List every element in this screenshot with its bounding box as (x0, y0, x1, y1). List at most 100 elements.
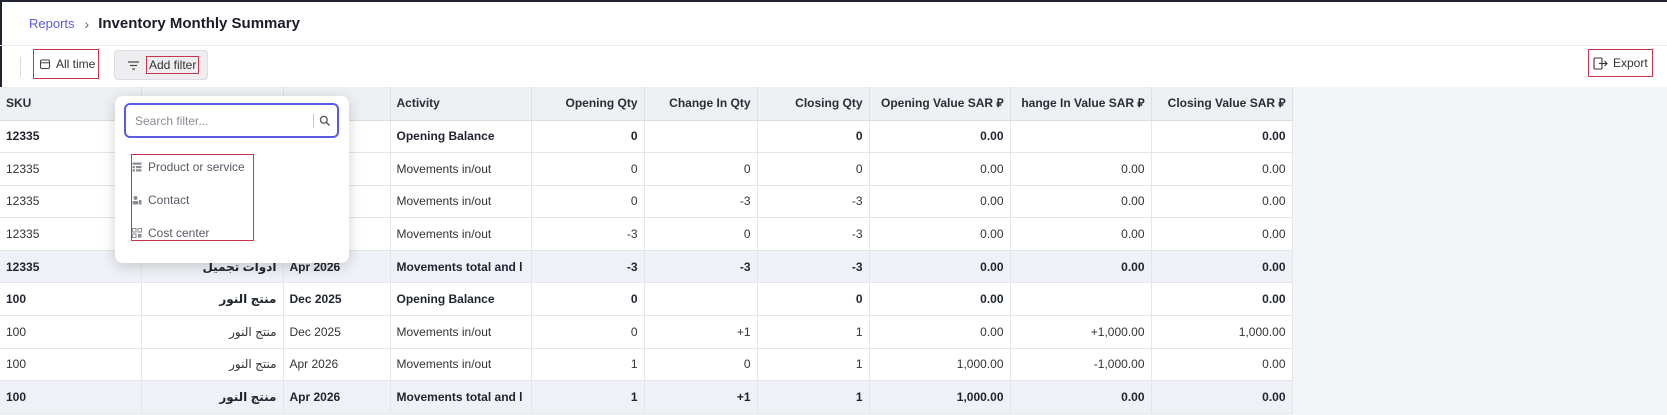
cell-change-in-value: -1,000.00 (1010, 348, 1152, 382)
search-filter-box (124, 103, 339, 138)
cell-activity: Movements total and l (390, 380, 532, 414)
column-header-closing-value[interactable]: Closing Value SAR ⃁ (1151, 87, 1293, 121)
date-range-button[interactable]: All time (33, 49, 99, 79)
calendar-icon (39, 59, 51, 70)
export-button[interactable]: Export (1588, 49, 1653, 77)
cell-closing-value: 0.00 (1151, 152, 1293, 186)
table-total-row[interactable]: 100 منتج النور Apr 2026 Movements total and… (0, 380, 1293, 414)
add-filter-label: Add filter (146, 56, 200, 74)
cell-activity: Opening Balance (390, 282, 532, 317)
cell-activity: Movements in/out (390, 152, 532, 186)
cell-name: منتج النور (141, 315, 284, 349)
export-label: Export (1613, 56, 1648, 70)
cell-opening-qty: 0 (531, 120, 645, 154)
cell-closing-qty: 1 (757, 315, 870, 349)
cell-activity: Movements in/out (390, 348, 532, 382)
breadcrumb-separator: › (84, 15, 90, 32)
cell-opening-value: 0.00 (869, 250, 1011, 284)
cell-opening-value: 0.00 (869, 217, 1011, 251)
breadcrumb-reports-link[interactable]: Reports (29, 16, 75, 31)
cell-period: Apr 2026 (283, 380, 391, 414)
cell-sku: 100 (0, 380, 142, 414)
filter-option-contact[interactable]: Contact (132, 190, 189, 210)
cell-opening-qty: 1 (531, 348, 645, 382)
cell-opening-value: 0.00 (869, 120, 1011, 154)
cell-sku: 100 (0, 282, 142, 317)
add-filter-button[interactable]: Add filter (114, 50, 208, 80)
cell-change-in-value: 0.00 (1010, 185, 1152, 219)
cell-closing-value: 0.00 (1151, 185, 1293, 219)
cell-closing-qty: 1 (757, 348, 870, 382)
page-header: Reports › Inventory Monthly Summary (0, 2, 1667, 46)
filter-option-cost-center[interactable]: Cost center (132, 223, 209, 243)
table-row[interactable]: 100 منتج النور Dec 2025 Movements in/out 0 +1… (0, 315, 1293, 349)
export-icon (1593, 56, 1608, 70)
cell-name: منتج النور (141, 380, 284, 414)
table-row[interactable]: 100 منتج النور Apr 2026 Movements in/out 1 0 1… (0, 348, 1293, 382)
cell-closing-qty: -3 (757, 185, 870, 219)
cell-activity: Movements in/out (390, 185, 532, 219)
filter-option-label: Product or service (148, 160, 245, 174)
cell-change-in-qty: -3 (644, 185, 758, 219)
cell-opening-value: 0.00 (869, 282, 1011, 317)
search-filter-input[interactable] (135, 112, 305, 130)
cell-closing-qty: -3 (757, 250, 870, 284)
cell-closing-value: 0.00 (1151, 217, 1293, 251)
contact-icon (132, 196, 142, 205)
cell-sku: 100 (0, 348, 142, 382)
cell-opening-value: 1,000.00 (869, 348, 1011, 382)
cell-opening-value: 0.00 (869, 185, 1011, 219)
cell-opening-qty: -3 (531, 250, 645, 284)
cell-change-in-value: 0.00 (1010, 380, 1152, 414)
table-row[interactable]: 100 منتج النور Dec 2025 Opening Balance 0 0 0.… (0, 282, 1293, 317)
cell-period: Apr 2026 (283, 348, 391, 382)
cell-opening-qty: 0 (531, 282, 645, 317)
cell-closing-value: 0.00 (1151, 120, 1293, 154)
cell-change-in-qty: 0 (644, 152, 758, 186)
cell-closing-value: 0.00 (1151, 250, 1293, 284)
cell-closing-value: 0.00 (1151, 380, 1293, 414)
cell-change-in-value (1010, 282, 1152, 317)
cell-opening-qty: 0 (531, 185, 645, 219)
cell-sku: 100 (0, 315, 142, 349)
column-header-opening-value[interactable]: Opening Value SAR ⃁ (869, 87, 1011, 121)
column-header-change-in-qty[interactable]: Change In Qty (644, 87, 758, 121)
column-header-closing-qty[interactable]: Closing Qty (757, 87, 870, 121)
cell-change-in-value (1010, 120, 1152, 154)
column-header-change-in-value[interactable]: hange In Value SAR ⃁ (1010, 87, 1152, 121)
cell-period: Dec 2025 (283, 315, 391, 349)
cell-activity: Movements in/out (390, 315, 532, 349)
cell-activity: Movements total and l (390, 250, 532, 284)
cell-name: منتج النور (141, 348, 284, 382)
cell-opening-value: 0.00 (869, 315, 1011, 349)
cell-name: منتج النور (141, 282, 284, 317)
filter-icon (128, 60, 139, 70)
cell-closing-qty: 0 (757, 152, 870, 186)
search-separator (313, 114, 314, 128)
date-range-label: All time (56, 57, 96, 71)
cell-change-in-qty: +1 (644, 380, 758, 414)
search-icon[interactable] (318, 114, 332, 128)
cell-change-in-qty: 0 (644, 217, 758, 251)
cell-opening-qty: 1 (531, 380, 645, 414)
column-header-opening-qty[interactable]: Opening Qty (531, 87, 645, 121)
cell-closing-value: 0.00 (1151, 348, 1293, 382)
column-header-activity[interactable]: Activity (390, 87, 532, 121)
cell-change-in-value: 0.00 (1010, 217, 1152, 251)
filter-option-label: Cost center (148, 226, 210, 240)
cell-change-in-qty: 0 (644, 348, 758, 382)
cell-change-in-qty: -3 (644, 250, 758, 284)
filter-option-product[interactable]: Product or service (132, 157, 245, 177)
cell-opening-value: 0.00 (869, 152, 1011, 186)
cell-change-in-value: 0.00 (1010, 152, 1152, 186)
cell-opening-value: 1,000.00 (869, 380, 1011, 414)
cost-center-icon (132, 228, 142, 238)
cell-closing-qty: -3 (757, 217, 870, 251)
filter-dropdown: Product or service Contact Cost center (115, 96, 349, 263)
cell-activity: Opening Balance (390, 120, 532, 154)
filter-option-label: Contact (148, 193, 190, 207)
cell-opening-qty: -3 (531, 217, 645, 251)
cell-closing-qty: 0 (757, 120, 870, 154)
cell-change-in-qty (644, 120, 758, 154)
cell-closing-value: 0.00 (1151, 282, 1293, 317)
